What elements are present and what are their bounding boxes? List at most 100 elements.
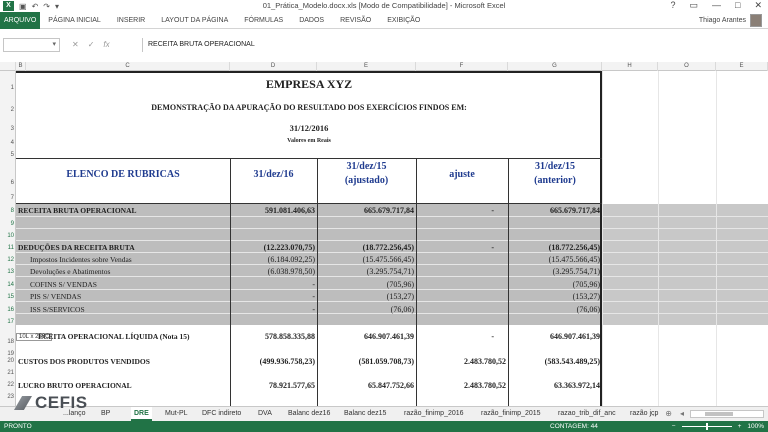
sheet-tab-balanc-dez16[interactable]: Balanc dez16 — [285, 407, 333, 421]
row-header[interactable]: 5 — [0, 152, 16, 158]
row-label: ECEITA OPERACIONAL LÍQUIDA (Nota 15) — [38, 332, 190, 341]
row-header[interactable]: 2 — [0, 107, 16, 113]
scroll-left-icon[interactable]: ◂ — [680, 407, 684, 421]
sheet-tab-razao-finimp-2015[interactable]: razão_finimp_2015 — [478, 407, 544, 421]
header-border — [16, 158, 602, 159]
row-header[interactable]: 1 — [0, 85, 16, 91]
row-header[interactable]: 15 — [0, 294, 16, 300]
tab-review[interactable]: REVISÃO — [332, 17, 379, 24]
row-header[interactable]: 8 — [0, 208, 16, 214]
row-header[interactable]: 20 — [0, 358, 16, 364]
sheet-tab-mut-pl[interactable]: Mut-PL — [162, 407, 191, 421]
cell-value: - — [312, 305, 315, 314]
row-header[interactable]: 7 — [0, 195, 16, 201]
zoom-out-icon[interactable]: − — [672, 423, 676, 430]
minimize-button[interactable]: — — [712, 0, 721, 11]
sheet-tabs: ...lanço BP DRE Mut-PL DFC indireto DVA … — [0, 406, 768, 421]
cell-value: (76,06) — [390, 305, 414, 314]
cell-value: - — [491, 332, 494, 341]
tab-insert[interactable]: INSERIR — [109, 17, 153, 24]
cell-value: (153,27) — [572, 292, 600, 301]
company-name: EMPRESA XYZ — [265, 77, 353, 91]
header-dez15-previous: 31/dez/15 — [535, 161, 575, 172]
maximize-button[interactable]: □ — [735, 0, 740, 11]
header-adjustment: ajuste — [449, 169, 475, 180]
sheet-tab-dre[interactable]: DRE — [131, 407, 152, 421]
worksheet[interactable]: EMPRESA XYZ DEMONSTRAÇÃO DA APURAÇÃO DO … — [16, 71, 768, 406]
row-header[interactable]: 10 — [0, 233, 16, 239]
header-dez15-adjusted-note: (ajustado) — [344, 175, 389, 186]
row-header[interactable]: 12 — [0, 257, 16, 263]
sheet-tab-bp[interactable]: BP — [98, 407, 113, 421]
tab-data[interactable]: DADOS — [291, 17, 332, 24]
select-all-corner[interactable] — [0, 62, 16, 71]
more-sheets-icon[interactable]: … — [649, 407, 657, 421]
zoom-in-icon[interactable]: + — [738, 423, 742, 430]
row-header[interactable]: 4 — [0, 140, 16, 146]
sheet-tab-razao-finimp-2016[interactable]: razão_finimp_2016 — [401, 407, 467, 421]
tab-view[interactable]: EXIBIÇÃO — [379, 17, 428, 24]
user-account[interactable]: Thiago Arantes — [699, 14, 762, 27]
help-button[interactable]: ? — [670, 0, 675, 11]
zoom-level[interactable]: 100% — [747, 423, 764, 430]
column-header-b[interactable]: B — [16, 62, 26, 71]
column-header-e2[interactable]: E — [716, 62, 768, 71]
cell-value: (12.223.070,75) — [263, 243, 315, 252]
ribbon-display-button[interactable]: ▭ — [690, 0, 699, 11]
row-header[interactable]: 13 — [0, 269, 16, 275]
scrollbar-thumb[interactable] — [705, 412, 733, 416]
column-header-o[interactable]: O — [658, 62, 716, 71]
name-box[interactable]: ▾ — [3, 38, 60, 52]
header-border — [16, 203, 602, 204]
row-header[interactable]: 9 — [0, 221, 16, 227]
chevron-down-icon[interactable]: ▾ — [52, 39, 56, 51]
column-header-h[interactable]: H — [602, 62, 658, 71]
cell-value: (3.295.754,71) — [366, 267, 414, 276]
formula-input[interactable]: RECEITA BRUTA OPERACIONAL — [142, 38, 762, 52]
sheet-tab-dva[interactable]: DVA — [255, 407, 275, 421]
tab-home[interactable]: PÁGINA INICIAL — [40, 17, 109, 24]
row-header[interactable]: 14 — [0, 282, 16, 288]
row-header[interactable]: 6 — [0, 180, 16, 186]
row-header[interactable]: 18 — [0, 339, 16, 345]
sheet-tab-razao-trib-dif-anc[interactable]: razao_trib_dif_anc — [555, 407, 619, 421]
cell-value: (76,06) — [576, 305, 600, 314]
cell-value: - — [312, 280, 315, 289]
cell-value: (18.772.256,45) — [548, 243, 600, 252]
cell-value: 646.907.461,39 — [364, 332, 414, 341]
row-label: Devoluções e Abatimentos — [30, 267, 111, 276]
row-header[interactable]: 17 — [0, 319, 16, 325]
cell-value: 65.847.752,66 — [368, 381, 414, 390]
insert-function-icon[interactable]: fx — [103, 38, 109, 52]
header-rubrics: ELENCO DE RUBRICAS — [66, 169, 180, 180]
tab-page-layout[interactable]: LAYOUT DA PÁGINA — [153, 17, 236, 24]
row-headers: 1 2 3 4 5 6 7 8 9 10 11 12 13 14 15 16 1… — [0, 71, 16, 406]
column-header-f[interactable]: F — [416, 62, 508, 71]
user-name: Thiago Arantes — [698, 17, 746, 24]
row-header[interactable]: 3 — [0, 126, 16, 132]
sheet-tab-balanc-dez15[interactable]: Balanc dez15 — [341, 407, 389, 421]
close-button[interactable]: ✕ — [754, 0, 762, 11]
zoom-slider[interactable] — [681, 423, 732, 430]
row-header[interactable]: 21 — [0, 370, 16, 376]
cell-value: (583.543.489,25) — [544, 357, 600, 366]
window-title: 01_Prática_Modelo.docx.xls [Modo de Comp… — [262, 1, 506, 10]
tab-file[interactable]: ARQUIVO — [0, 11, 41, 29]
cell-value: 665.679.717,84 — [364, 206, 414, 215]
row-header[interactable]: 19 — [0, 351, 16, 357]
cancel-icon[interactable]: ✕ — [72, 38, 79, 52]
column-header-e[interactable]: E — [317, 62, 416, 71]
tab-formulas[interactable]: FÓRMULAS — [236, 17, 291, 24]
column-header-d[interactable]: D — [230, 62, 317, 71]
enter-icon[interactable]: ✓ — [88, 38, 95, 52]
sheet-tab-dfc-indireto[interactable]: DFC indireto — [199, 407, 244, 421]
row-header[interactable]: 11 — [0, 245, 16, 251]
cell-value: - — [491, 206, 494, 215]
cefis-watermark: CEFIS — [14, 393, 88, 413]
add-sheet-icon[interactable]: ⊕ — [665, 407, 672, 421]
column-header-g[interactable]: G — [508, 62, 602, 71]
horizontal-scrollbar[interactable] — [690, 410, 764, 418]
row-header[interactable]: 16 — [0, 307, 16, 313]
column-header-c[interactable]: C — [26, 62, 230, 71]
row-header[interactable]: 22 — [0, 382, 16, 388]
